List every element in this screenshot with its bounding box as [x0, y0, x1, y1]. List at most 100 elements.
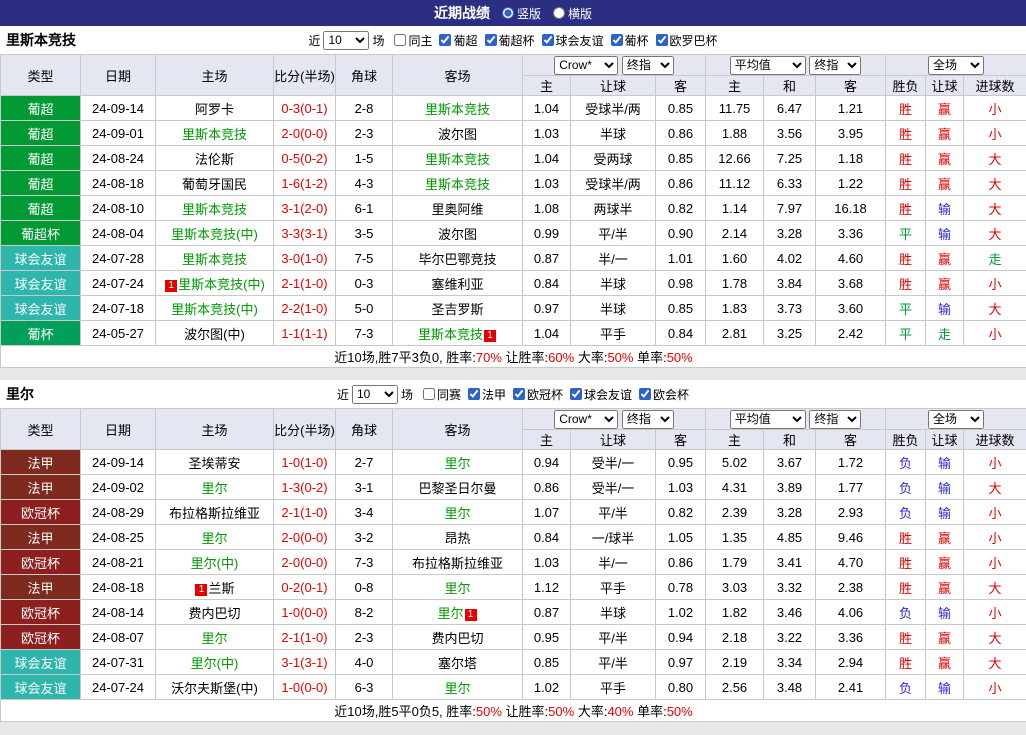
home-team-name[interactable]: 布拉格斯拉维亚	[169, 506, 260, 521]
filter-checkbox-法甲[interactable]: 法甲	[468, 386, 506, 403]
scope-select[interactable]: 全场	[928, 410, 984, 429]
score-cell[interactable]: 2-1(1-0)	[274, 271, 336, 296]
home-team-name[interactable]: 里斯本竞技	[182, 202, 247, 217]
score-cell[interactable]: 1-0(0-0)	[274, 675, 336, 700]
filter-checkbox-input[interactable]	[485, 34, 497, 46]
filter-checkbox-葡超杯[interactable]: 葡超杯	[485, 32, 535, 49]
score-cell[interactable]: 1-0(0-0)	[274, 600, 336, 625]
filter-checkbox-input[interactable]	[639, 388, 651, 400]
home-team-name[interactable]: 里斯本竞技	[182, 252, 247, 267]
filter-checkbox-input[interactable]	[394, 34, 406, 46]
away-team-name[interactable]: 里尔	[444, 456, 470, 471]
away-team-name[interactable]: 里斯本竞技	[425, 102, 490, 117]
home-team-name[interactable]: 法伦斯	[195, 152, 234, 167]
away-team-name[interactable]: 圣吉罗斯	[431, 302, 483, 317]
filter-checkbox-同赛[interactable]: 同赛	[423, 386, 461, 403]
away-team-name[interactable]: 布拉格斯拉维亚	[412, 556, 503, 571]
score-cell[interactable]: 1-3(0-2)	[274, 475, 336, 500]
away-team-name[interactable]: 里斯本竞技	[425, 152, 490, 167]
score-cell[interactable]: 3-3(3-1)	[274, 221, 336, 246]
away-team-name[interactable]: 费内巴切	[431, 631, 483, 646]
home-team-name[interactable]: 葡萄牙国民	[182, 177, 247, 192]
score-cell[interactable]: 2-0(0-0)	[274, 525, 336, 550]
score-cell[interactable]: 2-0(0-0)	[274, 550, 336, 575]
layout-option-vertical[interactable]: 竖版	[502, 5, 541, 22]
score-cell[interactable]: 2-0(0-0)	[274, 121, 336, 146]
match-count-select[interactable]: 10	[323, 31, 369, 50]
europe-average-select[interactable]: 平均值	[730, 410, 806, 429]
match-count-select[interactable]: 10	[352, 385, 398, 404]
scope-select[interactable]: 全场	[928, 56, 984, 75]
filter-checkbox-欧会杯[interactable]: 欧会杯	[639, 386, 689, 403]
score-cell[interactable]: 3-1(2-0)	[274, 196, 336, 221]
home-team-name[interactable]: 圣埃蒂安	[188, 456, 240, 471]
europe-stage-select[interactable]: 终指	[809, 410, 861, 429]
home-team-name[interactable]: 里尔	[201, 481, 227, 496]
score-cell[interactable]: 3-0(1-0)	[274, 246, 336, 271]
away-team-name[interactable]: 昂热	[444, 531, 470, 546]
filter-checkbox-input[interactable]	[611, 34, 623, 46]
handicap-stage-select[interactable]: 终指	[622, 410, 674, 429]
home-team-name[interactable]: 阿罗卡	[195, 102, 234, 117]
handicap-line-cell: 受两球	[571, 146, 656, 171]
filter-checkbox-葡超[interactable]: 葡超	[439, 32, 477, 49]
layout-option-horizontal[interactable]: 横版	[553, 5, 592, 22]
score-cell[interactable]: 2-1(1-0)	[274, 625, 336, 650]
away-team-name[interactable]: 巴黎圣日尔曼	[418, 481, 496, 496]
filter-checkbox-欧罗巴杯[interactable]: 欧罗巴杯	[656, 32, 718, 49]
vertical-layout-radio[interactable]	[502, 7, 514, 19]
away-team-name[interactable]: 里尔	[437, 606, 463, 621]
home-team-name[interactable]: 兰斯	[208, 581, 234, 596]
score-cell[interactable]: 1-1(1-1)	[274, 321, 336, 346]
away-team-name[interactable]: 里尔	[444, 681, 470, 696]
away-team-name[interactable]: 里斯本竞技	[425, 177, 490, 192]
home-team-name[interactable]: 里斯本竞技(中)	[171, 227, 258, 242]
score-cell[interactable]: 2-2(1-0)	[274, 296, 336, 321]
score-cell[interactable]: 1-6(1-2)	[274, 171, 336, 196]
home-team-name[interactable]: 里斯本竞技(中)	[178, 277, 265, 292]
handicap-result-text: 赢	[938, 531, 951, 546]
away-team-name[interactable]: 波尔图	[438, 227, 477, 242]
filter-checkbox-input[interactable]	[423, 388, 435, 400]
score-cell[interactable]: 2-1(1-0)	[274, 500, 336, 525]
away-team-name[interactable]: 里斯本竞技	[418, 327, 483, 342]
filter-checkbox-input[interactable]	[656, 34, 668, 46]
handicap-stage-select[interactable]: 终指	[622, 56, 674, 75]
home-team-name[interactable]: 波尔图(中)	[184, 327, 245, 342]
away-team-name[interactable]: 塞维利亚	[431, 277, 483, 292]
home-team-name[interactable]: 费内巴切	[188, 606, 240, 621]
filter-checkbox-欧冠杯[interactable]: 欧冠杯	[513, 386, 563, 403]
filter-checkbox-input[interactable]	[468, 388, 480, 400]
europe-stage-select[interactable]: 终指	[809, 56, 861, 75]
away-team-name[interactable]: 塞尔塔	[438, 656, 477, 671]
home-team-name[interactable]: 里尔	[201, 531, 227, 546]
home-team-name[interactable]: 沃尔夫斯堡(中)	[171, 681, 258, 696]
filter-checkbox-input[interactable]	[570, 388, 582, 400]
filter-checkbox-球会友谊[interactable]: 球会友谊	[542, 32, 604, 49]
europe-average-select[interactable]: 平均值	[730, 56, 806, 75]
score-cell[interactable]: 3-1(3-1)	[274, 650, 336, 675]
filter-checkbox-input[interactable]	[542, 34, 554, 46]
score-cell[interactable]: 0-3(0-1)	[274, 96, 336, 121]
score-cell[interactable]: 0-2(0-1)	[274, 575, 336, 600]
away-team-name[interactable]: 里尔	[444, 581, 470, 596]
score-cell[interactable]: 1-0(1-0)	[274, 450, 336, 475]
home-team-name[interactable]: 里尔(中)	[191, 556, 239, 571]
score-cell[interactable]: 0-5(0-2)	[274, 146, 336, 171]
filter-checkbox-input[interactable]	[513, 388, 525, 400]
bookmaker-select[interactable]: Crow*	[554, 410, 618, 429]
filter-checkbox-input[interactable]	[439, 34, 451, 46]
horizontal-layout-radio[interactable]	[553, 7, 565, 19]
home-team-name[interactable]: 里尔(中)	[191, 656, 239, 671]
home-team-name[interactable]: 里斯本竞技(中)	[171, 302, 258, 317]
filter-checkbox-同主[interactable]: 同主	[394, 32, 432, 49]
home-team-name[interactable]: 里斯本竞技	[182, 127, 247, 142]
away-team-name[interactable]: 波尔图	[438, 127, 477, 142]
away-team-name[interactable]: 里尔	[444, 506, 470, 521]
home-team-name[interactable]: 里尔	[201, 631, 227, 646]
filter-checkbox-葡杯[interactable]: 葡杯	[611, 32, 649, 49]
bookmaker-select[interactable]: Crow*	[554, 56, 618, 75]
filter-checkbox-球会友谊[interactable]: 球会友谊	[570, 386, 632, 403]
away-team-name[interactable]: 里奥阿维	[431, 202, 483, 217]
away-team-name[interactable]: 毕尔巴鄂竞技	[418, 252, 496, 267]
